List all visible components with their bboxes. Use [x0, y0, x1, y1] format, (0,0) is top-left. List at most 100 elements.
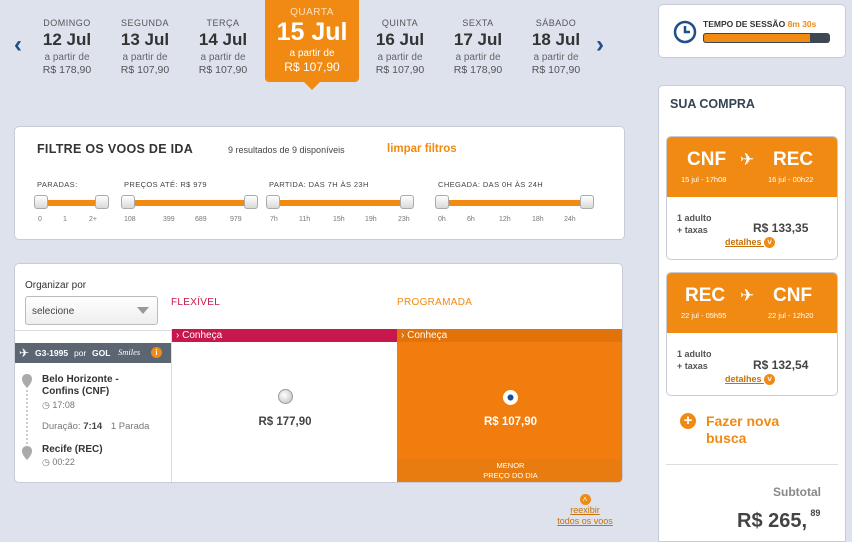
- route-line: [21, 372, 33, 462]
- outbound-details-link[interactable]: detalhes ˅: [725, 237, 776, 249]
- flight-duration: Duração: 7:14 1 Parada: [42, 421, 149, 432]
- session-label-text: TEMPO DE SESSÃO: [703, 19, 786, 29]
- day-price: R$ 107,90: [198, 64, 248, 76]
- chevron-down-icon: [137, 307, 149, 314]
- date-label: 12 Jul: [42, 30, 92, 49]
- tick-label: 24h: [564, 216, 576, 223]
- tick-label: 23h: [398, 216, 410, 223]
- date-label: 16 Jul: [375, 30, 425, 49]
- lowest-price-line1: MENOR: [496, 461, 525, 470]
- day-of-week: SEGUNDA: [120, 18, 169, 28]
- date-option-17-jul[interactable]: SEXTA 17 Jul a partir de R$ 178,90: [438, 18, 518, 77]
- sort-select-value: selecione: [32, 306, 75, 317]
- slider-min-handle[interactable]: [34, 195, 48, 209]
- conheca-flexivel[interactable]: › Conheça: [172, 329, 398, 342]
- destination-airport: Recife (REC): [42, 444, 103, 455]
- show-all-line2: todos os voos: [557, 516, 613, 527]
- slider-min-handle[interactable]: [266, 195, 280, 209]
- flight-number: G3-1995: [35, 348, 69, 358]
- passenger-info: 1 adulto + taxas: [677, 212, 712, 236]
- show-all-line1: reexibir: [570, 505, 600, 516]
- date-option-13-jul[interactable]: SEGUNDA 13 Jul a partir de R$ 107,90: [105, 18, 185, 77]
- departure-datetime: 22 jul - 05h55: [681, 311, 727, 320]
- plus-icon: +: [680, 413, 696, 429]
- chevron-right-icon: ›: [401, 330, 405, 341]
- slider-min-handle[interactable]: [121, 195, 135, 209]
- subtotal-cents: 89: [810, 508, 821, 518]
- stops-value: 1 Parada: [110, 421, 150, 432]
- flight-by: por: [74, 348, 87, 358]
- departure-filter-label: PARTIDA: DAS 7H ÀS 23H: [269, 180, 369, 189]
- departure-slider[interactable]: [266, 195, 414, 209]
- from-label: a partir de: [377, 52, 423, 63]
- fare-radio-programada-selected[interactable]: [503, 390, 518, 405]
- date-label: 18 Jul: [531, 30, 581, 49]
- taxes-label: + taxas: [677, 361, 708, 371]
- details-label: detalhes: [725, 374, 762, 384]
- filter-title: FILTRE OS VOOS DE IDA: [37, 142, 194, 156]
- sort-select[interactable]: selecione: [25, 296, 158, 325]
- stops-slider[interactable]: [34, 195, 109, 209]
- plane-icon: ✈: [19, 346, 30, 360]
- date-option-18-jul[interactable]: SÁBADO 18 Jul a partir de R$ 107,90: [516, 18, 596, 77]
- date-option-14-jul[interactable]: TERÇA 14 Jul a partir de R$ 107,90: [183, 18, 263, 77]
- arrival-time: ◷ 00:22: [42, 457, 75, 468]
- slider-max-handle[interactable]: [244, 195, 258, 209]
- fare-programada-cell[interactable]: › Conheça R$ 107,90 MENOR PREÇO DO DIA: [397, 329, 622, 482]
- selected-date-pointer: [304, 82, 320, 90]
- results-panel: Organizar por selecione FLEXÍVEL PROGRAM…: [14, 263, 623, 483]
- clear-filters-link[interactable]: limpar filtros: [387, 143, 457, 155]
- fare-flexivel-cell[interactable]: › Conheça R$ 177,90: [171, 329, 398, 482]
- clock-icon: ◷: [42, 400, 50, 410]
- chevron-up-icon: ˄: [549, 494, 621, 506]
- divider: [666, 464, 838, 465]
- slider-max-handle[interactable]: [400, 195, 414, 209]
- date-option-12-jul[interactable]: DOMINGO 12 Jul a partir de R$ 178,90: [27, 18, 107, 77]
- arrival-datetime: 22 jul - 12h20: [768, 311, 814, 320]
- slider-max-handle[interactable]: [580, 195, 594, 209]
- lowest-price-badge: MENOR PREÇO DO DIA: [397, 459, 622, 482]
- arrival-time-value: 00:22: [52, 457, 75, 467]
- day-price: R$ 107,90: [284, 60, 340, 74]
- from-label: a partir de: [200, 52, 246, 63]
- programada-header: PROGRAMADA: [397, 297, 473, 308]
- day-price: R$ 107,90: [375, 64, 425, 76]
- plane-icon: ✈: [740, 150, 755, 169]
- slider-max-handle[interactable]: [95, 195, 109, 209]
- return-details-link[interactable]: detalhes ˅: [725, 374, 776, 386]
- subtotal-label: Subtotal: [773, 485, 821, 499]
- plane-icon: ✈: [740, 286, 755, 305]
- divider: [15, 330, 171, 331]
- origin-code: REC: [685, 285, 726, 306]
- destination-code: REC: [773, 149, 814, 170]
- slider-min-handle[interactable]: [435, 195, 449, 209]
- loyalty-logo: Smiles: [118, 347, 141, 357]
- sort-label: Organizar por: [25, 280, 87, 291]
- tick-label: 7h: [270, 216, 278, 223]
- from-label: a partir de: [533, 52, 579, 63]
- date-option-16-jul[interactable]: QUINTA 16 Jul a partir de R$ 107,90: [360, 18, 440, 77]
- chevron-left-icon[interactable]: ‹: [14, 33, 22, 57]
- chevron-right-icon[interactable]: ›: [596, 33, 604, 57]
- day-of-week: QUINTA: [381, 18, 419, 28]
- chevron-down-icon: ˅: [764, 237, 776, 249]
- chevron-down-icon: ˅: [764, 374, 776, 386]
- price-slider[interactable]: [121, 195, 258, 209]
- date-option-15-jul-selected[interactable]: QUARTA 15 Jul a partir de R$ 107,90: [265, 0, 359, 82]
- origin-code: CNF: [687, 149, 727, 170]
- day-price: R$ 178,90: [42, 64, 92, 76]
- date-label: 14 Jul: [198, 30, 248, 49]
- tick-label: 2+: [89, 216, 97, 223]
- session-progress-fill: [703, 33, 811, 43]
- info-icon[interactable]: i: [151, 347, 162, 358]
- conheca-programada[interactable]: › Conheça: [397, 329, 622, 342]
- departure-time: ◷ 17:08: [42, 400, 75, 411]
- show-all-flights-link[interactable]: ˄ reexibir todos os voos: [549, 494, 621, 527]
- fare-radio-flexivel[interactable]: [278, 389, 293, 404]
- price-programada: R$ 107,90: [483, 416, 538, 428]
- arrival-slider[interactable]: [435, 195, 594, 209]
- airline-name: GOL: [92, 348, 111, 358]
- duration-label: Duração:: [42, 421, 81, 432]
- duration-value: 7:14: [83, 421, 103, 432]
- outbound-price: R$ 133,35: [753, 221, 809, 235]
